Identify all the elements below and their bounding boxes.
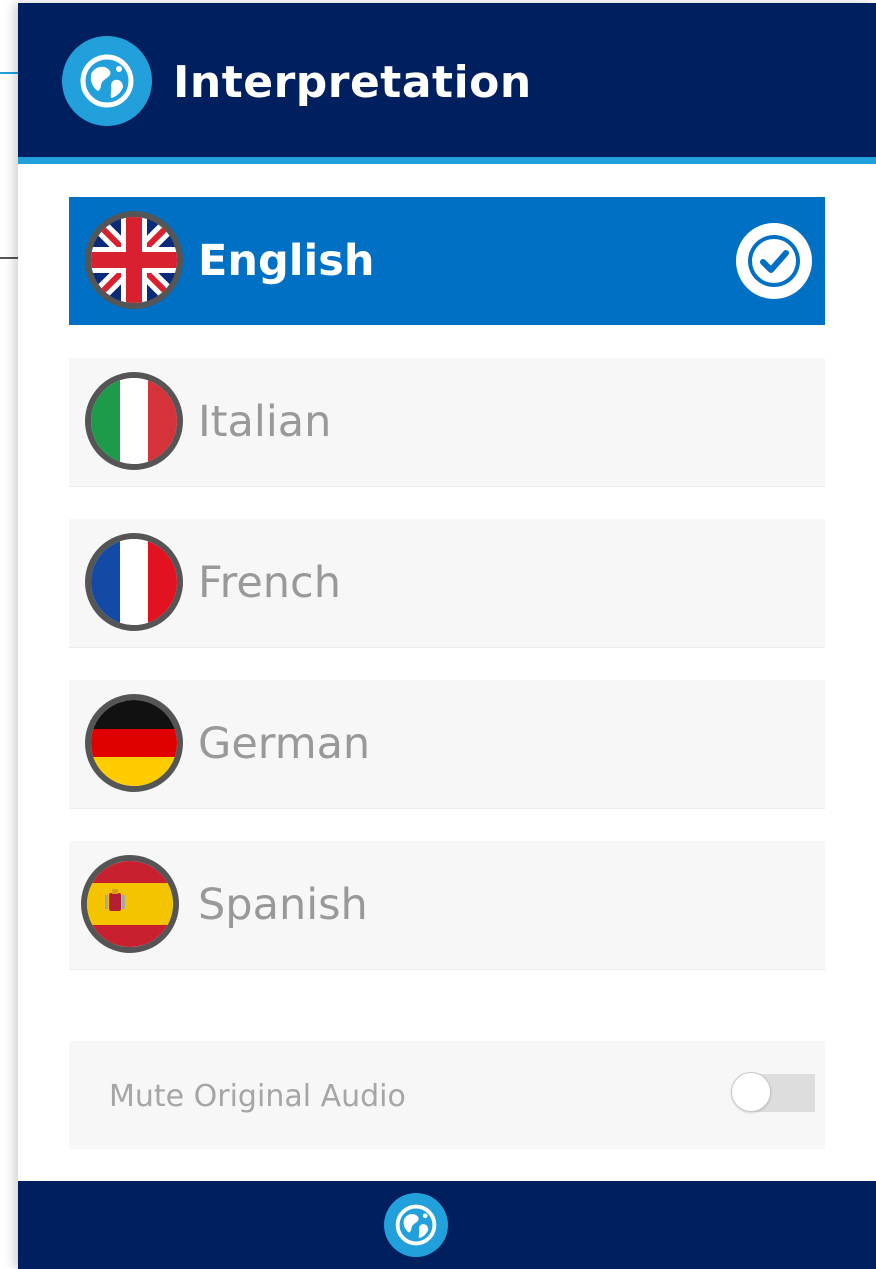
language-option-spanish[interactable]: Spanish	[69, 841, 825, 970]
france-flag-icon	[85, 533, 183, 631]
mute-original-audio-label: Mute Original Audio	[109, 1079, 406, 1114]
mute-original-audio-row: Mute Original Audio	[69, 1041, 825, 1149]
mute-original-audio-toggle[interactable]	[731, 1072, 815, 1112]
checkmark-circle-icon	[735, 222, 813, 300]
language-option-french[interactable]: French	[69, 519, 825, 648]
language-label: French	[198, 558, 341, 608]
toggle-knob	[731, 1072, 771, 1112]
language-option-english[interactable]: English	[69, 197, 825, 325]
uk-flag-icon	[85, 211, 183, 309]
globe-icon	[62, 36, 152, 126]
language-label: German	[198, 719, 371, 769]
language-option-german[interactable]: German	[69, 680, 825, 809]
germany-flag-icon	[85, 694, 183, 792]
panel-header: Interpretation	[18, 3, 876, 164]
panel-title: Interpretation	[173, 57, 532, 108]
panel-footer	[18, 1181, 876, 1269]
language-label: Spanish	[198, 880, 368, 930]
italy-flag-icon	[85, 372, 183, 470]
globe-icon[interactable]	[384, 1193, 448, 1257]
spain-flag-icon	[81, 855, 179, 953]
language-label: Italian	[198, 397, 332, 447]
interpretation-panel: Interpretation English Italian French Ge…	[18, 3, 876, 1269]
language-label: English	[198, 236, 375, 286]
callout-line-top	[0, 72, 18, 74]
language-option-italian[interactable]: Italian	[69, 358, 825, 487]
